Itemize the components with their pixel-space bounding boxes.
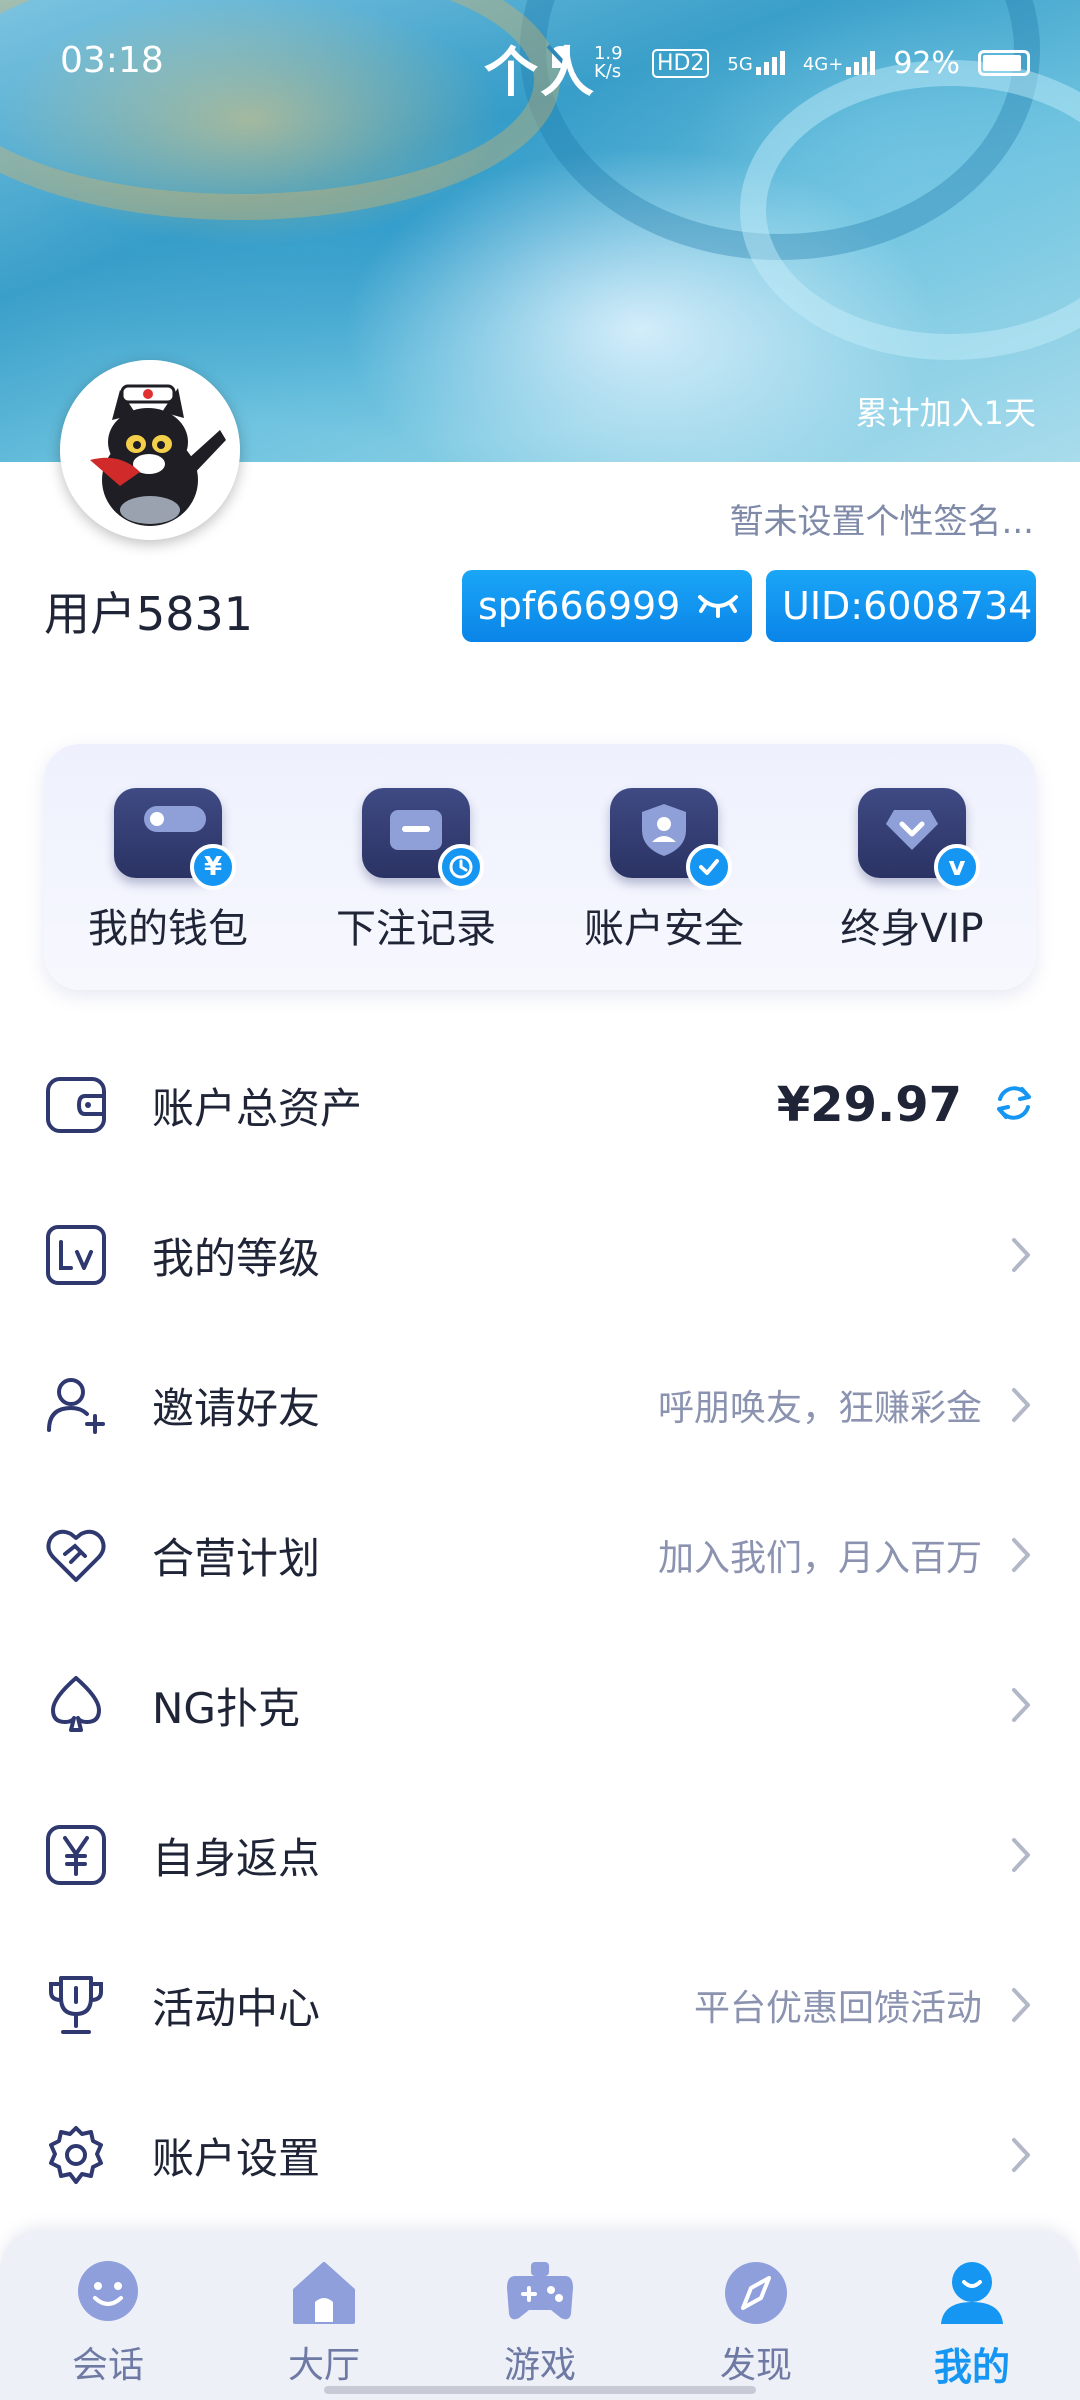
menu-item-total-assets[interactable]: 账户总资产 ¥29.97 [0, 1030, 1080, 1180]
chevron-right-icon [1006, 1985, 1036, 2025]
menu-item-invite[interactable]: 邀请好友 呼朋唤友，狂赚彩金 [0, 1330, 1080, 1480]
quick-action-label: 下注记录 [336, 906, 496, 952]
uid-chip[interactable]: UID:6008734 [766, 570, 1036, 642]
join-days-label: 累计加入1天 [855, 394, 1036, 432]
user-icon [937, 2258, 1007, 2328]
nav-label: 会话 [71, 2345, 144, 2386]
menu-item-rebate[interactable]: 自身返点 [0, 1780, 1080, 1930]
balance-value: ¥29.97 [776, 1077, 962, 1133]
chat-icon [73, 2258, 143, 2328]
menu-item-label: 自身返点 [152, 1833, 321, 1883]
nav-label: 游戏 [503, 2345, 576, 2386]
folder-icon [362, 788, 484, 890]
menu-item-label: 我的等级 [152, 1233, 321, 1283]
yuan-icon [44, 1823, 108, 1887]
spade-icon [44, 1673, 108, 1737]
nav-item-chat[interactable]: 会话 [18, 2258, 198, 2400]
nav-item-discover[interactable]: 发现 [666, 2258, 846, 2400]
username: 用户5831 [44, 587, 254, 641]
home-indicator[interactable] [324, 2386, 756, 2394]
menu-item-hint: 加入我们，月入百万 [657, 1538, 982, 1579]
quick-action-vip[interactable]: v 终身VIP [802, 788, 1022, 954]
level-icon [44, 1223, 108, 1287]
menu-item-label: 邀请好友 [152, 1383, 321, 1433]
add-user-icon [44, 1373, 108, 1437]
page-title: 个人 [484, 41, 596, 104]
clock-badge-icon [438, 844, 484, 890]
chevron-right-icon [1006, 1235, 1036, 1275]
eye-closed-icon[interactable] [696, 584, 740, 628]
avatar-image [60, 360, 240, 540]
quick-action-label: 账户安全 [584, 906, 744, 952]
quick-action-label: 终身VIP [840, 906, 984, 952]
menu-item-label: NG扑克 [152, 1683, 300, 1733]
menu-list: 账户总资产 ¥29.97 我的等级 邀请好友 呼朋唤友，狂赚彩金 合营计划 加入… [0, 1030, 1080, 2230]
quick-action-security[interactable]: 账户安全 [554, 788, 774, 954]
menu-item-partner[interactable]: 合营计划 加入我们，月入百万 [0, 1480, 1080, 1630]
uid-text: UID:6008734 [782, 584, 1033, 628]
shield-icon [610, 788, 732, 890]
menu-item-level[interactable]: 我的等级 [0, 1180, 1080, 1330]
handshake-heart-icon [44, 1523, 108, 1587]
menu-item-poker[interactable]: NG扑克 [0, 1630, 1080, 1780]
trophy-icon [44, 1973, 108, 2037]
chevron-right-icon [1006, 1835, 1036, 1875]
diamond-icon: v [858, 788, 980, 890]
check-badge-icon [686, 844, 732, 890]
account-chip[interactable]: spf666999 [462, 570, 752, 642]
wallet-icon: ¥ [114, 788, 236, 890]
chevron-right-icon [1006, 1385, 1036, 1425]
home-icon [289, 2258, 359, 2328]
chevron-right-icon [1006, 1535, 1036, 1575]
account-id: spf666999 [478, 584, 681, 628]
nav-label: 大厅 [287, 2345, 360, 2386]
gear-icon [44, 2123, 108, 2187]
compass-icon [721, 2258, 791, 2328]
refresh-icon[interactable] [992, 1081, 1036, 1129]
quick-action-bet-records[interactable]: 下注记录 [306, 788, 526, 954]
nav-item-lobby[interactable]: 大厅 [234, 2258, 414, 2400]
quick-action-label: 我的钱包 [88, 906, 248, 952]
menu-item-settings[interactable]: 账户设置 [0, 2080, 1080, 2230]
nav-item-games[interactable]: 游戏 [450, 2258, 630, 2400]
nav-label: 发现 [719, 2345, 792, 2386]
wallet-outline-icon [44, 1073, 108, 1137]
quick-action-wallet[interactable]: ¥ 我的钱包 [58, 788, 278, 954]
menu-item-label: 合营计划 [152, 1533, 321, 1583]
menu-item-events[interactable]: 活动中心 平台优惠回馈活动 [0, 1930, 1080, 2080]
yuan-badge-icon: ¥ [190, 844, 236, 890]
nav-label: 我的 [933, 2345, 1010, 2389]
bottom-nav: 会话 大厅 游戏 发现 我的 [0, 2230, 1080, 2400]
menu-item-label: 账户设置 [152, 2133, 321, 2183]
nav-item-me[interactable]: 我的 [882, 2258, 1062, 2400]
menu-item-label: 活动中心 [152, 1983, 321, 2033]
chevron-right-icon [1006, 2135, 1036, 2175]
chevron-right-icon [1006, 1685, 1036, 1725]
menu-item-label: 账户总资产 [152, 1083, 363, 1133]
gamepad-icon [505, 2258, 575, 2328]
signature-text[interactable]: 暂未设置个性签名... [730, 494, 1034, 543]
quick-actions-card: ¥ 我的钱包 下注记录 账户安全 v 终身VIP [44, 744, 1036, 990]
avatar[interactable] [60, 360, 240, 540]
vip-badge-icon: v [934, 844, 980, 890]
menu-item-hint: 平台优惠回馈活动 [693, 1988, 982, 2029]
menu-item-hint: 呼朋唤友，狂赚彩金 [657, 1388, 982, 1429]
